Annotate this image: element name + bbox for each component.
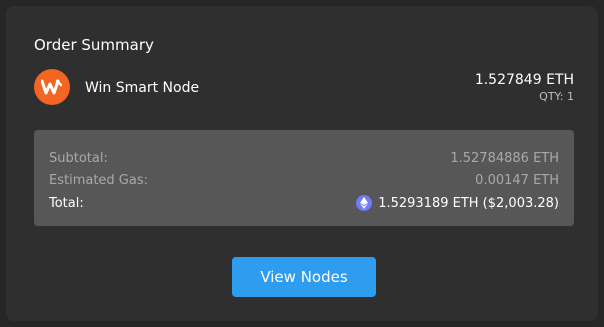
order-summary-card: Order Summary Win Smart Node 1.527849 ET…	[6, 6, 598, 321]
wwt-logo-icon	[34, 69, 70, 105]
product-name: Win Smart Node	[85, 80, 200, 96]
subtotal-label: Subtotal:	[49, 150, 108, 166]
estimated-gas-row: Estimated Gas: 0.00147 ETH	[49, 170, 559, 190]
estimated-gas-value: 0.00147 ETH	[475, 172, 559, 188]
total-label: Total:	[49, 195, 84, 211]
ethereum-icon	[356, 195, 373, 211]
product-price: 1.527849 ETH	[474, 72, 574, 88]
product-quantity: QTY: 1	[539, 90, 574, 103]
total-row: Total: 1.5293189 ETH ($2,003.28)	[49, 193, 559, 213]
order-summary-title: Order Summary	[34, 36, 154, 54]
subtotal-row: Subtotal: 1.52784886 ETH	[49, 148, 559, 168]
estimated-gas-label: Estimated Gas:	[49, 172, 148, 188]
price-breakdown-box: Subtotal: 1.52784886 ETH Estimated Gas: …	[34, 130, 574, 226]
total-value: 1.5293189 ETH ($2,003.28)	[378, 195, 559, 211]
subtotal-value: 1.52784886 ETH	[450, 150, 559, 166]
total-value-group: 1.5293189 ETH ($2,003.28)	[356, 195, 559, 211]
view-nodes-button[interactable]: View Nodes	[232, 257, 376, 297]
